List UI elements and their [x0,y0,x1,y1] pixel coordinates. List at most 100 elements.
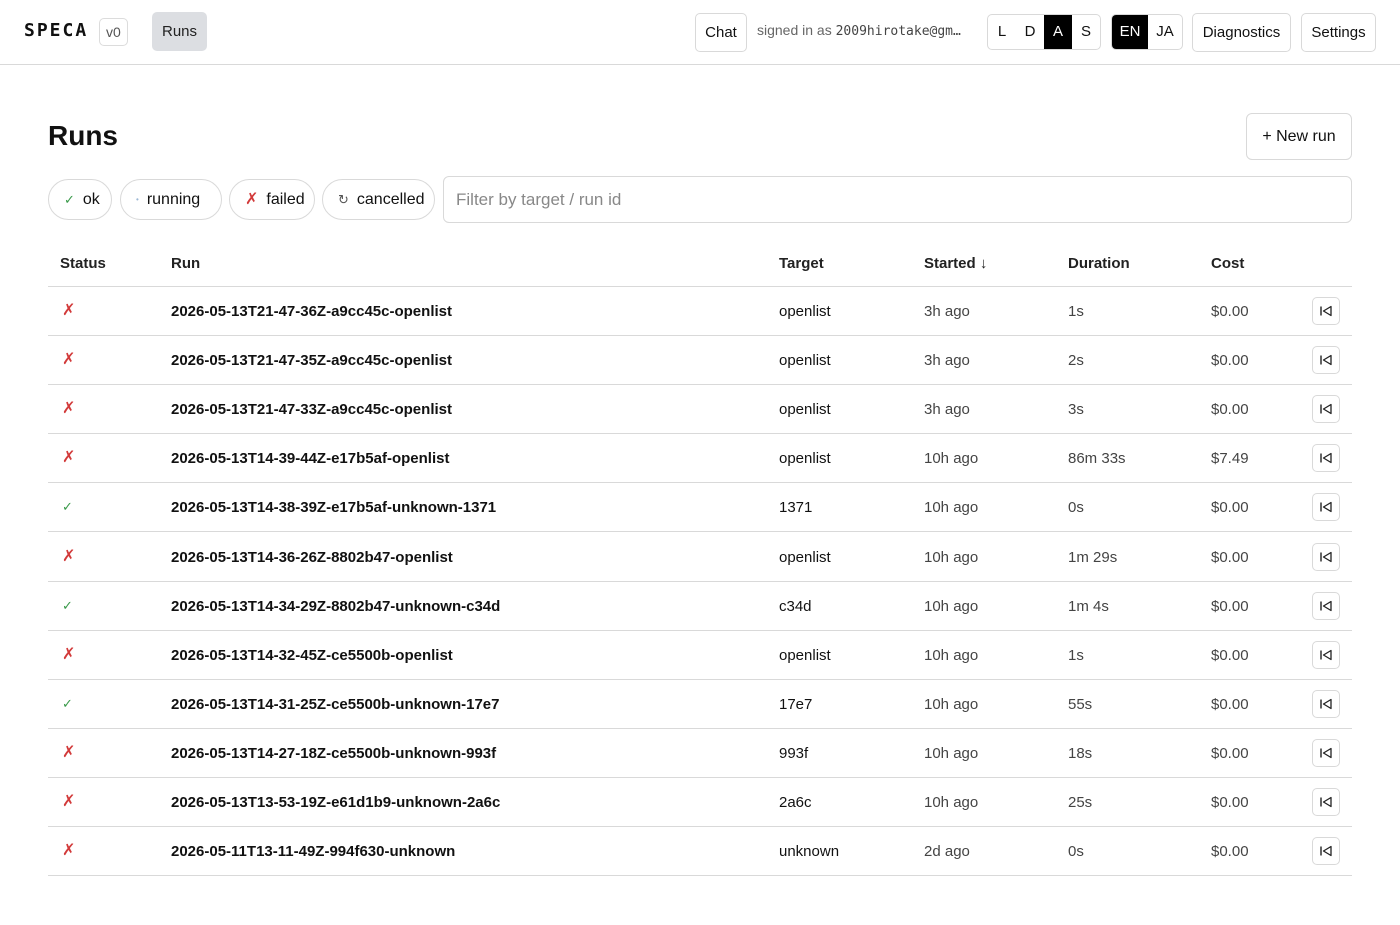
run-started: 10h ago [924,794,979,811]
filter-chip-running[interactable]: • running [120,179,222,220]
table-row[interactable]: ✗ 2026-05-13T21-47-33Z-a9cc45c-openlist op… [48,385,1352,435]
run-duration: 3s [1068,401,1084,419]
run-target: 993f [779,744,809,762]
replay-button[interactable] [1312,738,1340,767]
run-target: openlist [779,646,831,664]
run-started: 3h ago [924,303,970,320]
table-row[interactable]: ✗ 2026-05-13T14-32-45Z-ce5500b-openlist op… [48,631,1352,680]
replay-icon [1319,304,1333,318]
run-duration: 1s [1068,646,1084,664]
replay-icon [1319,844,1333,858]
table-row[interactable]: ✗ 2026-05-11T13-11-49Z-994f630-unknown unk… [48,827,1352,877]
run-id[interactable]: 2026-05-13T14-39-44Z-e17b5af-openlist [171,450,449,467]
filter-chip-ok[interactable]: ✓ ok [48,179,112,220]
status-check-icon: ✓ [62,499,73,515]
replay-button[interactable] [1312,788,1340,816]
table-row[interactable]: ✗ 2026-05-13T21-47-35Z-a9cc45c-openlist op… [48,336,1352,386]
run-duration: 1s [1068,303,1084,320]
run-target: c34d [779,597,812,615]
status-cross-icon: ✗ [62,351,76,369]
table-row[interactable]: ✗ 2026-05-13T14-36-26Z-8802b47-openlist op… [48,533,1352,582]
table-row[interactable]: ✓ 2026-05-13T14-38-39Z-e17b5af-unknown-13… [48,483,1352,533]
new-run-button[interactable]: + New run [1246,113,1352,160]
version-badge: v0 [99,18,128,46]
chat-button[interactable]: Chat [695,13,747,52]
status-check-icon: ✓ [62,695,73,711]
theme-option-s[interactable]: S [1072,15,1100,49]
replay-icon [1319,402,1333,416]
table-row[interactable]: ✓ 2026-05-13T14-34-29Z-8802b47-unknown-c3… [48,582,1352,631]
run-id[interactable]: 2026-05-13T14-27-18Z-ce5500b-unknown-993… [171,745,496,762]
replay-icon [1319,795,1333,809]
filter-chip-label: ok [82,191,100,208]
theme-switcher: L D A S [987,14,1101,50]
replay-button[interactable] [1312,542,1340,571]
table-row[interactable]: ✗ 2026-05-13T21-47-36Z-a9cc45c-openlist op… [48,287,1352,336]
run-id[interactable]: 2026-05-13T14-32-45Z-ce5500b-openlist [171,647,453,664]
column-run[interactable]: Run [171,255,200,272]
run-cost: $0.00 [1211,597,1249,615]
run-id[interactable]: 2026-05-13T14-34-29Z-8802b47-unknown-c34… [171,598,500,615]
nav-runs[interactable]: Runs [152,12,207,51]
replay-button[interactable] [1312,395,1340,424]
run-started: 3h ago [924,352,970,370]
replay-button[interactable] [1312,444,1340,473]
theme-option-d[interactable]: D [1016,15,1044,49]
settings-button[interactable]: Settings [1301,13,1376,52]
run-started: 10h ago [924,450,979,468]
filter-chip-failed[interactable]: ✗ failed [229,179,315,220]
replay-icon [1319,353,1333,367]
run-cost: $0.00 [1211,401,1249,419]
replay-button[interactable] [1312,591,1340,620]
column-target[interactable]: Target [779,255,824,272]
run-id[interactable]: 2026-05-13T21-47-36Z-a9cc45c-openlist [171,303,452,320]
replay-icon [1319,451,1333,465]
run-target: openlist [779,303,831,320]
run-target: openlist [779,450,831,468]
replay-button[interactable] [1312,297,1340,325]
run-target: openlist [779,548,831,566]
lang-option-ja[interactable]: JA [1148,15,1182,49]
run-cost: $0.00 [1211,352,1249,370]
table-row[interactable]: ✓ 2026-05-13T14-31-25Z-ce5500b-unknown-17… [48,680,1352,729]
column-started[interactable]: Started ↓ [924,255,987,272]
run-target: openlist [779,352,831,370]
diagnostics-button[interactable]: Diagnostics [1192,13,1291,52]
run-id[interactable]: 2026-05-13T21-47-33Z-a9cc45c-openlist [171,401,452,418]
replay-button[interactable] [1312,346,1340,375]
status-cross-icon: ✗ [62,449,76,467]
top-bar: SPECA v0 Runs Chat signed in as 2009hiro… [0,0,1400,65]
replay-button[interactable] [1312,493,1340,522]
column-cost[interactable]: Cost [1211,255,1244,272]
column-duration[interactable]: Duration [1068,255,1130,272]
theme-option-a[interactable]: A [1044,15,1072,49]
run-started: 2d ago [924,843,970,861]
run-duration: 25s [1068,794,1093,811]
theme-option-l[interactable]: L [988,15,1016,49]
run-duration: 55s [1068,695,1093,713]
replay-button[interactable] [1312,640,1340,669]
lang-option-en[interactable]: EN [1112,15,1148,49]
table-row[interactable]: ✗ 2026-05-13T14-27-18Z-ce5500b-unknown-99… [48,729,1352,778]
table-row[interactable]: ✗ 2026-05-13T14-39-44Z-e17b5af-openlist op… [48,434,1352,484]
filter-chip-cancelled[interactable]: ↻ cancelled [322,179,435,220]
run-target: 1371 [779,499,813,517]
replay-button[interactable] [1312,689,1340,718]
table-row[interactable]: ✗ 2026-05-13T13-53-19Z-e61d1b9-unknown-2a… [48,778,1352,827]
brand-logo[interactable]: SPECA [24,20,88,41]
run-duration: 0s [1068,499,1084,517]
status-cross-icon: ✗ [62,302,76,319]
run-cost: $0.00 [1211,646,1249,664]
run-id[interactable]: 2026-05-13T13-53-19Z-e61d1b9-unknown-2a6… [171,794,500,811]
run-id[interactable]: 2026-05-13T14-31-25Z-ce5500b-unknown-17e… [171,696,500,713]
run-id[interactable]: 2026-05-13T21-47-35Z-a9cc45c-openlist [171,352,452,369]
column-status[interactable]: Status [60,255,106,272]
run-id[interactable]: 2026-05-11T13-11-49Z-994f630-unknown [171,843,455,860]
run-id[interactable]: 2026-05-13T14-36-26Z-8802b47-openlist [171,549,453,566]
run-id[interactable]: 2026-05-13T14-38-39Z-e17b5af-unknown-137… [171,499,496,516]
run-started: 10h ago [924,548,979,566]
filter-input[interactable] [443,176,1352,223]
status-cross-icon: ✗ [62,645,76,663]
status-cross-icon: ✗ [62,400,76,418]
replay-button[interactable] [1312,837,1340,866]
